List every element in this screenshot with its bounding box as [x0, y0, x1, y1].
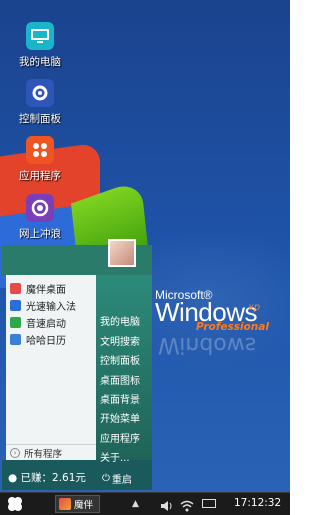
taskbar-app-label: 魔伴 — [74, 500, 94, 511]
apps-icon — [26, 136, 54, 164]
desktop-icon-label: 控制面板 — [19, 113, 61, 125]
gear-icon — [26, 79, 54, 107]
restart-button[interactable]: ⏻ 重启 — [102, 471, 132, 486]
start-menu-item-label: 音速启动 — [26, 319, 66, 330]
calendar-icon — [10, 334, 21, 345]
power-icon: ⏻ — [102, 473, 110, 484]
clock[interactable]: 17:12:32 — [234, 497, 281, 509]
start-link-search[interactable]: 文明搜索 — [100, 333, 140, 348]
restart-label: 重启 — [111, 475, 132, 486]
earned-amount: ● 已赚：2.61元 — [8, 472, 86, 484]
start-menu-item-label: 光速输入法 — [26, 302, 76, 313]
keyboard-icon — [10, 300, 21, 311]
start-link-desktop-background[interactable]: 桌面背景 — [100, 391, 140, 406]
desktop-icon-label: 网上冲浪 — [19, 228, 61, 240]
start-link-about[interactable]: 关于... — [100, 449, 130, 464]
start-menu-item-mobanzhuomian[interactable]: 魔伴桌面 — [10, 281, 66, 296]
launch-icon — [10, 317, 21, 328]
desktop-icon-browser[interactable]: 网上冲浪 — [10, 194, 70, 241]
desktop-icon-control-panel[interactable]: 控制面板 — [10, 79, 70, 126]
avatar[interactable] — [108, 239, 136, 267]
moban-app-icon — [59, 498, 71, 510]
desktop-icon-apps[interactable]: 应用程序 — [10, 136, 70, 183]
all-programs-label: 所有程序 — [24, 448, 63, 460]
start-menu-item-yinsu[interactable]: 音速启动 — [10, 315, 66, 330]
desktop-icon-my-computer[interactable]: 我的电脑 — [10, 22, 70, 69]
start-menu-item-haha-calendar[interactable]: 哈哈日历 — [10, 332, 66, 347]
tray-expand-icon[interactable]: ▲ — [132, 499, 139, 509]
logo-reflection: Windows — [158, 332, 257, 357]
arrow-right-icon: › — [10, 447, 20, 458]
start-menu-item-guangsu[interactable]: 光速输入法 — [10, 298, 76, 313]
start-link-my-computer[interactable]: 我的电脑 — [100, 313, 140, 328]
taskbar: 魔伴 ▲ 17:12:32 — [0, 492, 290, 515]
logo-xp-text: xp — [248, 302, 261, 313]
start-menu-item-label: 魔伴桌面 — [26, 285, 66, 296]
start-link-control-panel[interactable]: 控制面板 — [100, 352, 140, 367]
desktop-icon-label: 应用程序 — [19, 170, 61, 182]
flower-icon — [10, 283, 21, 294]
clover-icon — [8, 497, 22, 511]
wifi-icon[interactable] — [180, 497, 194, 515]
start-link-start-menu[interactable]: 开始菜单 — [100, 410, 140, 425]
taskbar-app-moban[interactable]: 魔伴 — [55, 495, 101, 513]
start-menu: 魔伴桌面 光速输入法 音速启动 哈哈日历 › 所有程序 我的电脑 文明搜索 控制… — [2, 239, 152, 490]
start-link-desktop-icons[interactable]: 桌面图标 — [100, 372, 140, 387]
battery-icon[interactable] — [202, 499, 216, 508]
start-link-apps[interactable]: 应用程序 — [100, 430, 140, 445]
start-button[interactable] — [4, 493, 26, 515]
desktop-icon-label: 我的电脑 — [19, 56, 61, 68]
money-icon: ● — [8, 472, 18, 484]
volume-icon[interactable] — [160, 497, 174, 515]
all-programs-button[interactable]: › 所有程序 — [6, 444, 96, 460]
start-menu-item-label: 哈哈日历 — [26, 336, 66, 347]
computer-icon — [26, 22, 54, 50]
desktop: 我的电脑 控制面板 应用程序 网上冲浪 Microsoft® Windows x… — [0, 0, 290, 492]
browser-icon — [26, 194, 54, 222]
